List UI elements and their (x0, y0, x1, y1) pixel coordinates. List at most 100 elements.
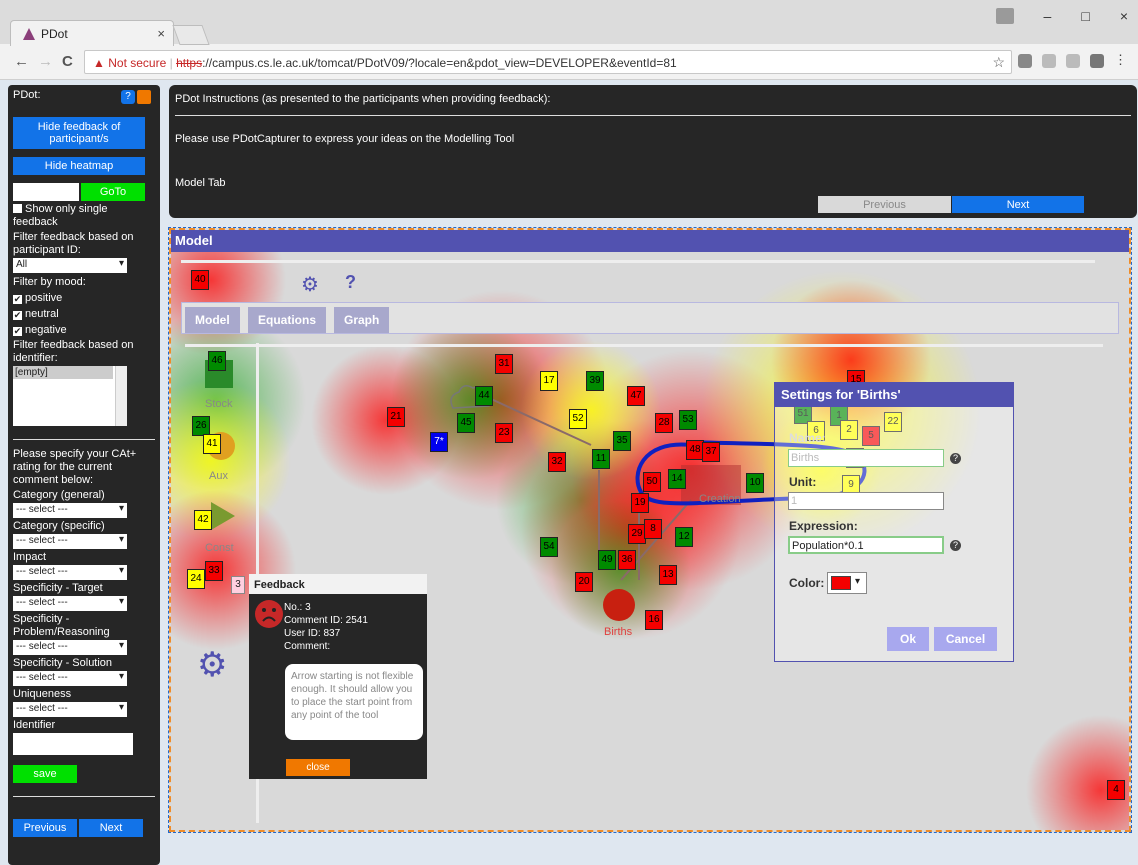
extension-icon[interactable] (1018, 54, 1032, 68)
instructions-step: Model Tab (175, 177, 226, 189)
forward-button[interactable]: → (38, 53, 53, 70)
feedback-marker[interactable]: 33 (205, 561, 223, 581)
feedback-marker[interactable]: 28 (655, 413, 673, 433)
expression-input[interactable]: Population*0.1 (788, 536, 944, 554)
minimize-button[interactable]: – (1044, 8, 1052, 24)
tab-title: PDot (41, 27, 68, 41)
feedback-marker[interactable]: 24 (187, 569, 205, 589)
feedback-marker[interactable]: 47 (627, 386, 645, 406)
previous-step-button[interactable]: Previous (818, 196, 951, 213)
feedback-marker[interactable]: 11 (592, 449, 610, 469)
negative-checkbox[interactable]: ✔ (13, 327, 22, 336)
specificity-solution-select[interactable]: --- select --- (13, 671, 127, 686)
single-feedback-checkbox[interactable] (13, 204, 22, 213)
feedback-comment-text[interactable]: Arrow starting is not flexible enough. I… (285, 664, 423, 740)
back-button[interactable]: ← (14, 53, 29, 70)
feedback-marker[interactable]: 39 (586, 371, 604, 391)
feedback-marker[interactable]: 41 (203, 434, 221, 454)
extension-icon[interactable] (1042, 54, 1056, 68)
uniqueness-select[interactable]: --- select --- (13, 702, 127, 717)
tab-close-icon[interactable]: × (157, 26, 165, 41)
previous-feedback-button[interactable]: Previous (13, 819, 77, 837)
save-button[interactable]: save (13, 765, 77, 783)
feedback-marker[interactable]: 46 (208, 351, 226, 371)
new-tab-button[interactable] (172, 25, 210, 45)
feedback-number-tag[interactable]: 3 (231, 576, 245, 594)
help-icon[interactable]: ? (121, 90, 135, 104)
feedback-marker[interactable]: 26 (192, 416, 210, 436)
neutral-checkbox[interactable]: ✔ (13, 311, 22, 320)
category-general-select[interactable]: --- select --- (13, 503, 127, 518)
cancel-button[interactable]: Cancel (934, 627, 997, 651)
specificity-problem-select[interactable]: --- select --- (13, 640, 127, 655)
feedback-marker[interactable]: 10 (746, 473, 764, 493)
feedback-marker[interactable]: 49 (598, 550, 616, 570)
identifier-listbox[interactable]: [empty] (13, 366, 127, 426)
feedback-marker[interactable]: 14 (668, 469, 686, 489)
close-window-button[interactable]: × (1120, 8, 1128, 24)
next-step-button[interactable]: Next (952, 196, 1084, 213)
divider (13, 796, 155, 797)
feedback-marker[interactable]: 13 (659, 565, 677, 585)
identifier-list-item[interactable]: [empty] (13, 366, 113, 379)
specificity-target-select[interactable]: --- select --- (13, 596, 127, 611)
user-profile-icon[interactable] (995, 8, 1014, 24)
feedback-marker[interactable]: 19 (631, 493, 649, 513)
feedback-marker[interactable]: 12 (675, 527, 693, 547)
feedback-marker[interactable]: 32 (548, 452, 566, 472)
browser-chrome: PDot × – □ × ← → C ▲ Not secure | https:… (0, 0, 1138, 80)
feedback-marker[interactable]: 52 (569, 409, 587, 429)
feedback-marker[interactable]: 4 (1107, 780, 1125, 800)
exit-icon[interactable] (137, 90, 151, 104)
goto-input[interactable] (13, 183, 79, 201)
next-feedback-button[interactable]: Next (79, 819, 143, 837)
unit-input[interactable]: 1 (788, 492, 944, 510)
extension-icon[interactable] (1066, 54, 1080, 68)
participant-select[interactable]: All (13, 258, 127, 273)
browser-tab[interactable]: PDot × (10, 20, 174, 46)
name-help-icon[interactable]: ? (950, 453, 961, 464)
reload-button[interactable]: C (62, 53, 73, 70)
feedback-marker[interactable]: 16 (645, 610, 663, 630)
bookmark-star-icon[interactable]: ☆ (992, 54, 1005, 71)
feedback-marker[interactable]: 42 (194, 510, 212, 530)
address-bar[interactable]: ▲ Not secure | https://campus.cs.le.ac.u… (84, 50, 1012, 74)
maximize-button[interactable]: □ (1081, 8, 1089, 24)
uniqueness-label: Uniqueness (13, 688, 72, 700)
impact-select[interactable]: --- select --- (13, 565, 127, 580)
name-label: Name: (789, 431, 826, 445)
feedback-marker[interactable]: 40 (191, 270, 209, 290)
feedback-marker[interactable]: 7* (430, 432, 448, 452)
feedback-marker[interactable]: 8 (644, 519, 662, 539)
hide-feedback-button[interactable]: Hide feedback of participant/s (13, 117, 145, 149)
feedback-marker[interactable]: 31 (495, 354, 513, 374)
feedback-marker[interactable]: 20 (575, 572, 593, 592)
expression-help-icon[interactable]: ? (950, 540, 961, 551)
feedback-marker[interactable]: 50 (643, 472, 661, 492)
instructions-panel: PDot Instructions (as presented to the p… (169, 85, 1137, 218)
extension-icon[interactable] (1090, 54, 1104, 68)
feedback-close-button[interactable]: close (286, 759, 350, 776)
feedback-marker[interactable]: 54 (540, 537, 558, 557)
category-specific-select[interactable]: --- select --- (13, 534, 127, 549)
feedback-marker[interactable]: 45 (457, 413, 475, 433)
ok-button[interactable]: Ok (887, 627, 929, 651)
identifier-input[interactable] (13, 733, 133, 755)
feedback-marker[interactable]: 53 (679, 410, 697, 430)
feedback-marker[interactable]: 36 (618, 550, 636, 570)
hide-heatmap-button[interactable]: Hide heatmap (13, 157, 145, 175)
feedback-marker[interactable]: 37 (702, 442, 720, 462)
feedback-user-id: User ID: 837 (284, 628, 341, 639)
feedback-marker[interactable]: 23 (495, 423, 513, 443)
name-input[interactable]: Births (788, 449, 944, 467)
color-select[interactable]: ▾ (827, 572, 867, 594)
filter-participant-label: Filter feedback based on participant ID: (13, 231, 134, 256)
feedback-marker[interactable]: 44 (475, 386, 493, 406)
feedback-marker[interactable]: 21 (387, 407, 405, 427)
positive-checkbox[interactable]: ✔ (13, 295, 22, 304)
goto-button[interactable]: GoTo (81, 183, 145, 201)
menu-icon[interactable]: ⋮ (1114, 53, 1128, 68)
feedback-marker[interactable]: 17 (540, 371, 558, 391)
feedback-marker[interactable]: 35 (613, 431, 631, 451)
list-scrollbar[interactable] (115, 366, 127, 426)
